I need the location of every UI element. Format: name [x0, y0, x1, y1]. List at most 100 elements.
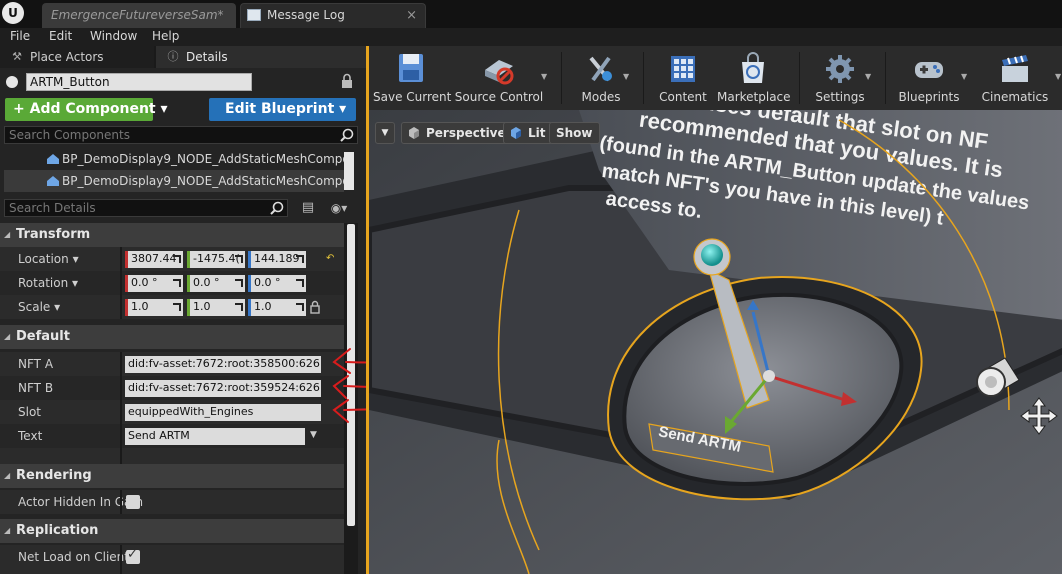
search-details-input[interactable]: Search Details [4, 199, 288, 217]
rotation-x-value: 0.0 ° [131, 276, 158, 289]
edit-blueprint-button[interactable]: Edit Blueprint ▾ [209, 98, 356, 121]
scale-x-value: 1.0 [131, 300, 149, 313]
lit-button[interactable]: Lit [503, 122, 553, 144]
tab-details[interactable]: ⓘ Details [156, 46, 366, 68]
menu-help[interactable]: Help [152, 29, 179, 43]
rotation-x-field[interactable]: 0.0 ° [125, 275, 183, 292]
slot-input[interactable]: equippedWith_Engines [125, 404, 321, 421]
content-button[interactable]: Content [651, 48, 715, 108]
column-divider[interactable] [120, 376, 122, 400]
column-divider[interactable] [120, 424, 122, 448]
blueprints-button[interactable]: Blueprints [891, 48, 967, 108]
rotation-z-value: 0.0 ° [254, 276, 281, 289]
tab-project[interactable]: EmergenceFutureverseSam* [42, 3, 236, 28]
eye-icon[interactable]: ◉▾ [324, 199, 354, 217]
column-divider[interactable] [120, 545, 122, 574]
net-load-label: Net Load on Client [18, 550, 129, 564]
nft-a-input[interactable]: did:fv-asset:7672:root:358500:626 [125, 356, 321, 373]
column-divider[interactable] [120, 247, 122, 271]
perspective-button[interactable]: Perspective [401, 122, 513, 144]
details-scrollbar-thumb[interactable] [347, 224, 355, 526]
add-component-button[interactable]: + Add Component ▾ [5, 98, 168, 121]
scale-x-field[interactable]: 1.0 [125, 299, 183, 316]
source-control-button[interactable]: Source Control [453, 48, 545, 108]
menu-file[interactable]: File [10, 29, 30, 43]
actor-name-field[interactable]: ARTM_Button [26, 73, 252, 91]
scale-label[interactable]: Scale ▾ [18, 295, 60, 319]
source-control-dropdown-icon[interactable]: ▼ [541, 72, 547, 81]
blueprint-house-icon [47, 176, 59, 186]
modes-dropdown-icon[interactable]: ▼ [623, 72, 629, 81]
nft-b-input[interactable]: did:fv-asset:7672:root:359524:626 [125, 380, 321, 397]
actor-hidden-checkbox[interactable] [126, 495, 140, 509]
rotation-z-field[interactable]: 0.0 ° [248, 275, 306, 292]
actor-name-row: ARTM_Button [0, 70, 366, 94]
toolbar-separator [561, 52, 562, 104]
category-replication[interactable]: ◢ Replication [0, 519, 344, 543]
blueprint-house-icon [47, 154, 59, 164]
location-z-value: 144.189 [254, 252, 300, 265]
category-rendering[interactable]: ◢ Rendering [0, 464, 344, 488]
column-divider[interactable] [120, 271, 122, 295]
tab-details-label: Details [186, 50, 228, 64]
column-divider[interactable] [120, 295, 122, 319]
viewport-options-button[interactable]: ▼ [375, 122, 395, 144]
blueprints-dropdown-icon[interactable]: ▼ [961, 72, 967, 81]
scale-y-field[interactable]: 1.0 [187, 299, 245, 316]
settings-button[interactable]: Settings [809, 48, 871, 108]
text-options-dropdown-icon[interactable]: ▼ [310, 430, 317, 440]
table-view-icon[interactable]: ▤ [296, 198, 320, 218]
menu-window[interactable]: Window [90, 29, 137, 43]
property-actor-hidden: Actor Hidden In Gam [0, 490, 344, 514]
column-divider[interactable] [120, 400, 122, 424]
column-divider[interactable] [120, 490, 122, 514]
actor-icon [6, 76, 18, 88]
collapse-arrow-icon: ◢ [4, 332, 11, 341]
content-label: Content [659, 90, 707, 104]
lock-icon[interactable] [340, 73, 354, 89]
menu-edit[interactable]: Edit [49, 29, 72, 43]
cinematics-button[interactable]: Cinematics [977, 48, 1053, 108]
cinematics-dropdown-icon[interactable]: ▼ [1055, 72, 1061, 81]
lock-ratio-icon[interactable] [310, 300, 320, 314]
spin-arrows-icon [235, 255, 243, 263]
component-tree-item[interactable]: BP_DemoDisplay9_NODE_AddStaticMeshCompon… [4, 170, 344, 192]
component-tree-scrollbar[interactable] [344, 152, 354, 190]
save-current-button[interactable]: Save Current [373, 48, 451, 108]
blueprints-gamepad-icon [915, 62, 943, 78]
close-icon[interactable]: × [406, 4, 417, 27]
location-y-value: -1475.4( [193, 252, 240, 265]
location-x-field[interactable]: 3807.44 [125, 251, 183, 268]
property-text: Text Send ARTM ▼ [0, 424, 344, 448]
collapse-arrow-icon: ◢ [4, 526, 11, 535]
spin-arrows-icon [235, 303, 243, 311]
column-divider[interactable] [120, 448, 122, 464]
toolbar-separator [885, 52, 886, 104]
spin-arrows-icon [296, 255, 304, 263]
scale-z-field[interactable]: 1.0 [248, 299, 306, 316]
location-z-field[interactable]: 144.189 [248, 251, 306, 268]
net-load-checkbox[interactable]: ✓ [126, 547, 140, 564]
category-default[interactable]: ◢ Default [0, 325, 344, 349]
category-transform[interactable]: ◢ Transform [0, 223, 344, 247]
blueprints-label: Blueprints [898, 90, 960, 104]
component-tree-item[interactable]: BP_DemoDisplay9_NODE_AddStaticMeshCompon… [4, 148, 344, 170]
edit-blueprint-label: Edit Blueprint ▾ [225, 101, 347, 117]
marketplace-button[interactable]: Marketplace [717, 48, 791, 108]
show-button[interactable]: Show [549, 122, 600, 144]
component-tree-item-label: BP_DemoDisplay9_NODE_AddStaticMeshCompon… [62, 152, 344, 166]
text-input[interactable]: Send ARTM [125, 428, 305, 445]
reset-to-default-icon[interactable]: ↶ [326, 253, 334, 264]
tab-place-actors[interactable]: ⚒ Place Actors [0, 46, 154, 68]
spin-arrows-icon [235, 279, 243, 287]
tab-message-log[interactable]: Message Log × [240, 3, 426, 28]
location-label[interactable]: Location ▾ [18, 247, 79, 271]
settings-dropdown-icon[interactable]: ▼ [865, 72, 871, 81]
scale-z-value: 1.0 [254, 300, 272, 313]
column-divider[interactable] [120, 352, 122, 376]
location-y-field[interactable]: -1475.4( [187, 251, 245, 268]
rotation-y-field[interactable]: 0.0 ° [187, 275, 245, 292]
rotation-label[interactable]: Rotation ▾ [18, 271, 78, 295]
search-components-input[interactable]: Search Components [4, 126, 358, 144]
level-viewport[interactable]: ne uses default that slot on NF recommen… [366, 110, 1062, 574]
